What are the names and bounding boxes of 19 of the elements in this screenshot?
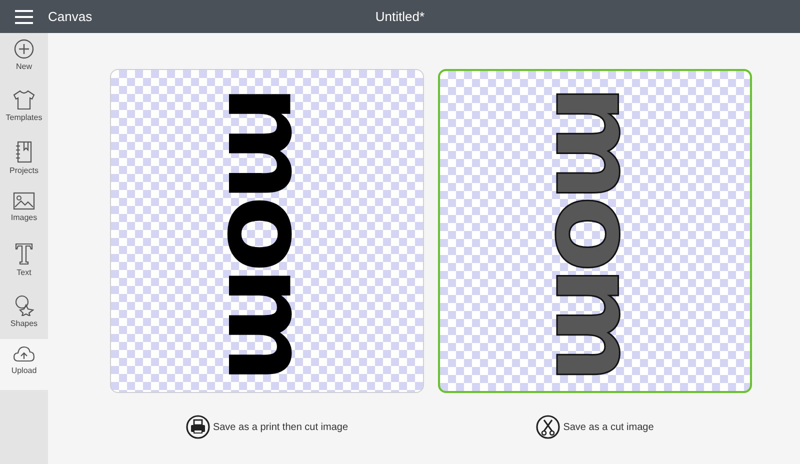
image-icon [13, 192, 35, 210]
shapes-icon [14, 294, 34, 316]
save-option[interactable]: Save as a print then cut image [186, 415, 348, 439]
menu-icon[interactable] [15, 10, 33, 24]
notebook-icon [15, 141, 33, 163]
preview-panel[interactable]: mom [438, 69, 752, 393]
plus-icon [14, 39, 34, 59]
scissors-icon [536, 415, 560, 439]
document-title: Untitled* [375, 9, 425, 24]
printer-icon [186, 415, 210, 439]
artwork-text: mom [539, 84, 651, 378]
sidebar-item[interactable]: Upload [0, 339, 48, 390]
artwork-text: mom [211, 84, 323, 378]
save-option[interactable]: Save as a cut image [536, 415, 654, 439]
text-icon [15, 243, 33, 265]
preview-panel[interactable]: mom [110, 69, 424, 393]
app-title: Canvas [48, 9, 92, 24]
shirt-icon [13, 90, 35, 110]
cloud-upload-icon [13, 345, 35, 363]
